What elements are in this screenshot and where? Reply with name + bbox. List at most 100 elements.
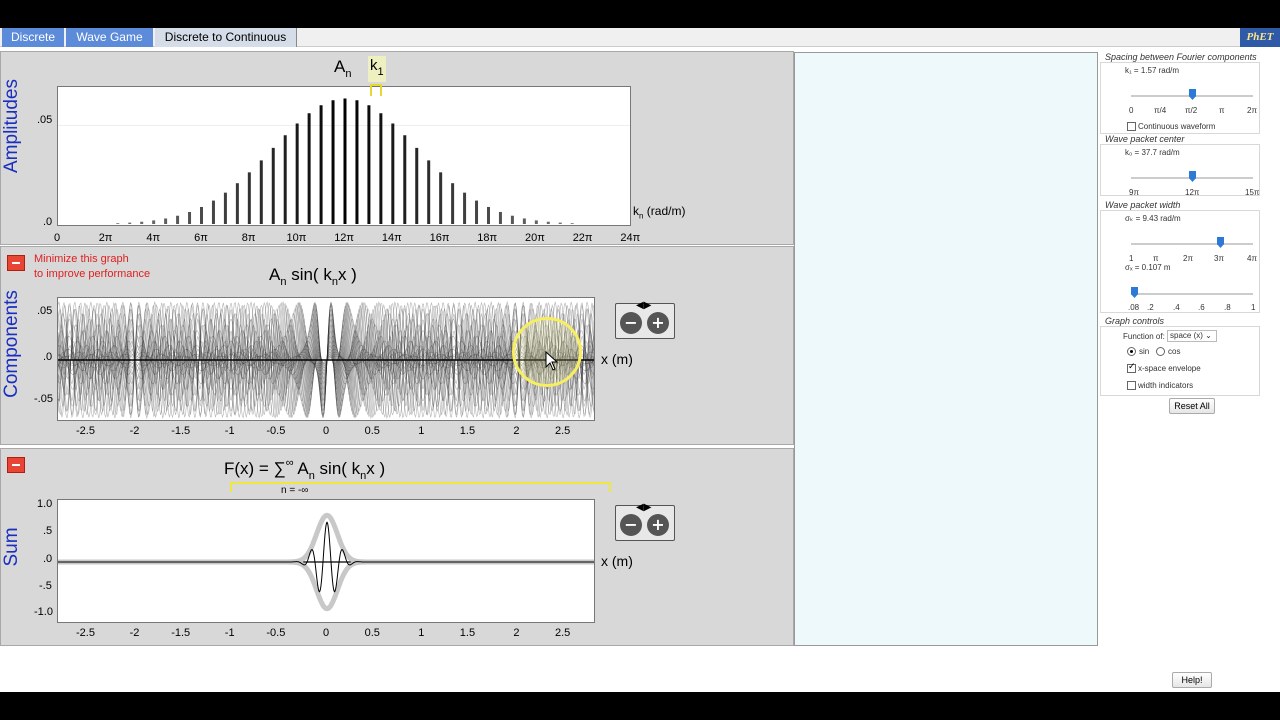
k1-tick-0: 0 (1129, 106, 1134, 115)
comp-ytick-05: .05 (37, 305, 53, 317)
sum-zoom-control: ◀▶ − + (615, 502, 675, 541)
function-of-label: Function of: (1123, 332, 1165, 341)
xtick-label: -1 (224, 627, 235, 639)
zoom-arrows-icon: ◀▶ (636, 300, 652, 311)
phet-logo[interactable]: PhET (1240, 28, 1280, 47)
xtick-label: 1.5 (459, 627, 476, 639)
main-area: Amplitudes An k1 .05 .0 0 2π 4π 6π 8π 10π 12π 1… (0, 47, 1280, 692)
amplitudes-panel: Amplitudes An k1 .05 .0 0 2π 4π 6π 8π 10π 12π 1… (0, 51, 794, 245)
xtick-label: -2 (129, 425, 140, 437)
width-group: σₖ = 9.43 rad/m 1 π 2π 3π 4π σₓ = 0.107 … (1100, 210, 1260, 313)
xtick-label: -0.5 (266, 425, 286, 437)
continuous-waveform-checkbox[interactable] (1127, 122, 1136, 131)
sum-svg (58, 512, 594, 612)
xtick-label: 2 (513, 627, 520, 639)
k1-marker[interactable]: k1 (368, 56, 386, 82)
xtick-label: -0.5 (266, 627, 286, 639)
k0-value: k₀ = 37.7 rad/m (1125, 148, 1180, 157)
xtick-label: 2π (98, 232, 113, 244)
sigmax-tick-2: .2 (1147, 303, 1154, 312)
xtick-label: 12π (334, 232, 355, 244)
minimize-components-button[interactable] (7, 255, 25, 271)
width-title: Wave packet width (1105, 200, 1181, 210)
xtick-label: 0.5 (364, 425, 380, 437)
sum-plot (57, 499, 595, 623)
phet-app: Discrete Wave Game Discrete to Continuou… (0, 0, 1280, 720)
sum-ytick-neg1: -1.0 (34, 606, 53, 618)
center-title: Wave packet center (1105, 134, 1185, 144)
graph-controls-group: Function of: space (x) ⌄ sin cos x-space… (1100, 326, 1260, 396)
width-indicators-checkbox[interactable] (1127, 381, 1136, 390)
spacing-group: k₁ = 1.57 rad/m 0 π/4 π/2 π 2π Continuou… (1100, 62, 1260, 134)
envelope-label: x-space envelope (1138, 364, 1201, 373)
k1-slider-thumb[interactable] (1189, 89, 1196, 100)
k1-tick-pi2: π/2 (1185, 106, 1198, 115)
tab-discrete-to-continuous[interactable]: Discrete to Continuous (155, 28, 297, 47)
xtick-label: 20π (525, 232, 545, 244)
k0-slider-thumb[interactable] (1189, 171, 1196, 182)
xtick-label: 2.5 (555, 627, 571, 639)
minimize-sum-button[interactable] (7, 457, 25, 473)
xtick-label: 18π (477, 232, 498, 244)
zoom-arrows-icon: ◀▶ (636, 502, 652, 513)
k0-tick-9pi: 9π (1129, 188, 1139, 197)
sum-ytick-1: 1.0 (37, 498, 53, 510)
sum-panel: Sum F(x) = ∑∞ An sin( knx ) n = -∞ 1.0 .… (0, 448, 794, 646)
sum-ytick-05: .5 (43, 525, 53, 537)
amp-ytick-0: .0 (43, 216, 53, 228)
tab-discrete[interactable]: Discrete (2, 28, 64, 47)
components-equation: An sin( knx ) (269, 265, 357, 288)
continuous-waveform-label: Continuous waveform (1138, 122, 1216, 131)
amp-ytick-05: .05 (37, 114, 53, 126)
sigmak-tick-4pi: 4π (1247, 254, 1257, 263)
k0-tick-12pi: 12π (1185, 188, 1200, 197)
sigmax-value: σₓ = 0.107 m (1125, 263, 1171, 272)
tab-bar: Discrete Wave Game Discrete to Continuou… (0, 28, 1280, 47)
top-black-bar (0, 0, 1280, 28)
xtick-label: 2.5 (555, 425, 571, 437)
xtick-label: 0 (54, 232, 61, 244)
reset-all-button[interactable]: Reset All (1169, 398, 1215, 414)
xtick-label: 10π (286, 232, 307, 244)
sin-radio[interactable] (1127, 347, 1136, 356)
amplitudes-ylabel: Amplitudes (1, 79, 22, 173)
sum-xlabel: x (m) (601, 553, 633, 569)
tab-wave-game[interactable]: Wave Game (66, 28, 153, 47)
sigmak-tick-pi: π (1153, 254, 1159, 263)
xtick-label: -2.5 (76, 425, 95, 437)
xtick-label: 0 (323, 627, 330, 639)
xtick-label: -2 (129, 627, 140, 639)
zoom-in-button[interactable]: + (647, 312, 669, 334)
sigmax-tick-8: .8 (1224, 303, 1231, 312)
bottom-black-bar (0, 692, 1280, 720)
k1-marker-label: k1 (370, 57, 384, 78)
sigmax-slider-thumb[interactable] (1131, 287, 1138, 298)
components-zoom-control: ◀▶ − + (615, 300, 675, 339)
envelope-checkbox[interactable] (1127, 362, 1136, 373)
sigmak-slider-thumb[interactable] (1217, 237, 1224, 248)
comp-ytick-neg05: -.05 (34, 393, 53, 405)
zoom-in-button[interactable]: + (647, 514, 669, 536)
cos-radio[interactable] (1156, 347, 1165, 356)
zoom-out-button[interactable]: − (620, 312, 642, 334)
sigmax-tick-08: .08 (1128, 303, 1140, 312)
zoom-out-button[interactable]: − (620, 514, 642, 536)
function-of-select[interactable]: space (x) ⌄ (1167, 330, 1217, 342)
sum-ylabel: Sum (1, 527, 22, 567)
components-ylabel: Components (1, 290, 22, 398)
sigmax-tick-1: 1 (1251, 303, 1256, 312)
sum-lower-limit: n = -∞ (281, 485, 309, 496)
xtick-label: 2 (513, 425, 520, 437)
cos-label: cos (1168, 347, 1181, 356)
sin-label: sin (1139, 347, 1150, 356)
help-button[interactable]: Help! (1172, 672, 1212, 688)
xtick-label: 24π (620, 232, 641, 244)
sigmax-slider-track[interactable] (1131, 293, 1253, 295)
k0-tick-15pi: 15π (1245, 188, 1260, 197)
spacing-title: Spacing between Fourier components (1105, 52, 1257, 62)
xtick-label: -1.5 (171, 627, 191, 639)
xtick-label: 1.5 (459, 425, 476, 437)
sum-ytick-0: .0 (43, 553, 53, 565)
sigmak-slider-track[interactable] (1131, 243, 1253, 245)
amplitudes-svg (58, 98, 630, 224)
